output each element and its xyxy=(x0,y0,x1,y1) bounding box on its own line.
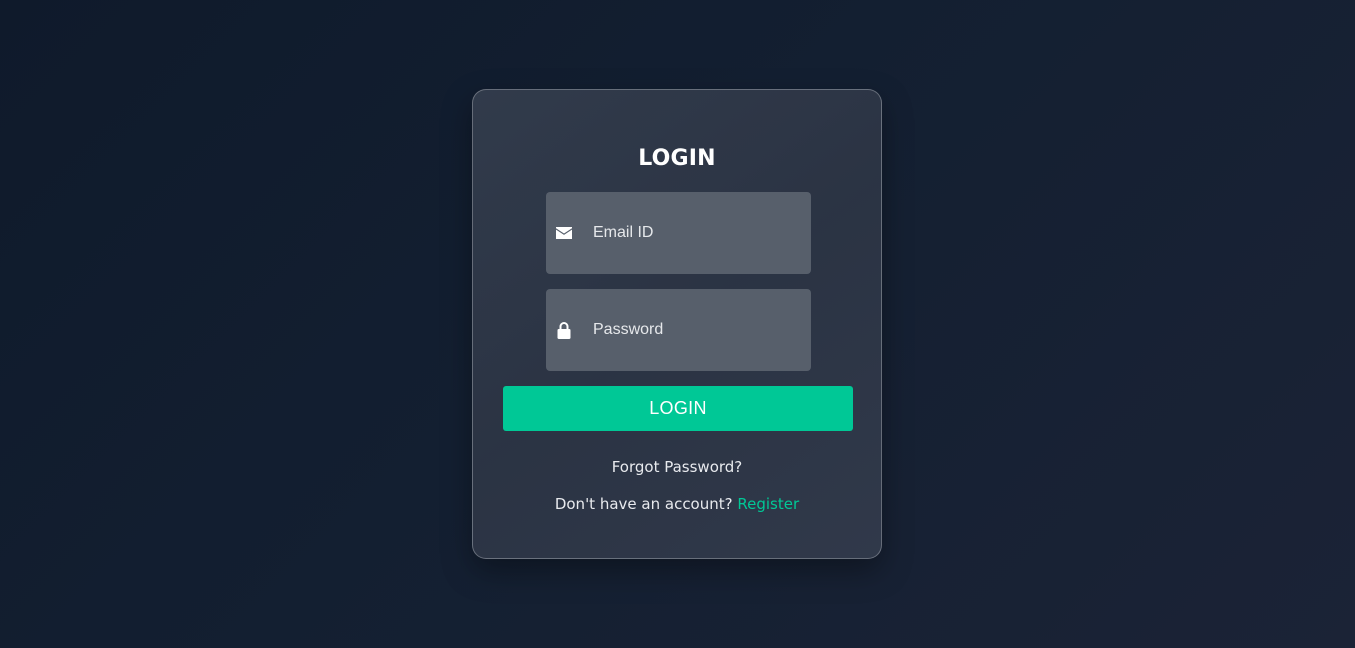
password-field[interactable]: Password xyxy=(546,289,811,371)
envelope-icon xyxy=(555,224,573,242)
forgot-password-link[interactable]: Forgot Password? xyxy=(473,458,881,476)
lock-icon xyxy=(555,321,573,339)
email-field[interactable]: Email ID xyxy=(546,192,811,274)
register-prompt: Don't have an account? xyxy=(554,495,733,513)
register-link[interactable]: Register xyxy=(737,495,799,513)
password-placeholder: Password xyxy=(593,321,664,338)
login-title: LOGIN xyxy=(638,146,716,171)
login-card: LOGIN Email ID Password LOGIN Forgot Pas… xyxy=(472,89,882,559)
register-prompt-line: Don't have an account? Register xyxy=(473,495,881,513)
login-button[interactable]: LOGIN xyxy=(503,386,853,431)
email-placeholder: Email ID xyxy=(593,224,654,241)
